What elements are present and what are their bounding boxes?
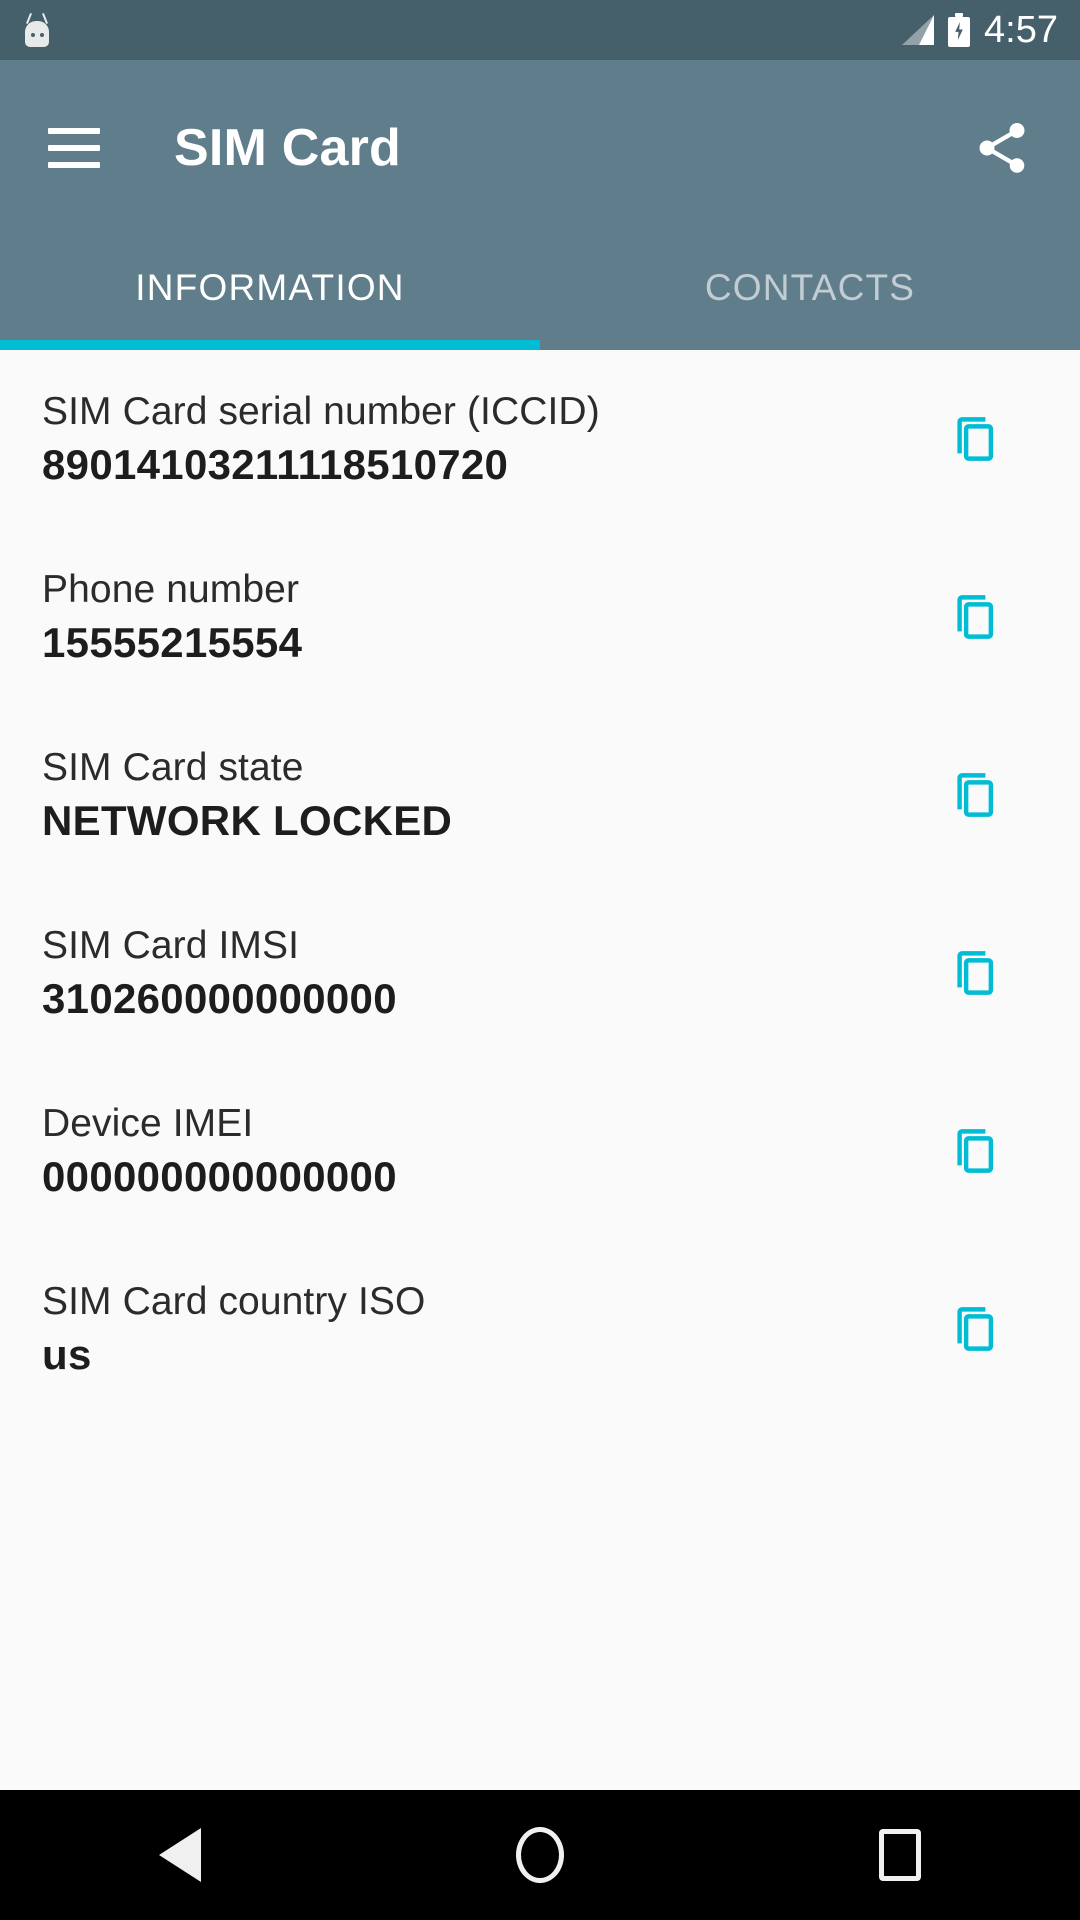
list-item-value: 15555215554 — [42, 619, 303, 667]
list-item-text: Device IMEI 000000000000000 — [42, 1100, 938, 1203]
battery-charging-icon — [948, 13, 971, 47]
android-mascot-icon — [22, 13, 52, 47]
tab-contacts[interactable]: CONTACTS — [540, 235, 1080, 340]
list-item-label: SIM Card IMSI — [42, 923, 300, 967]
back-triangle-icon — [159, 1828, 201, 1882]
share-icon[interactable] — [972, 118, 1032, 178]
status-bar-left — [22, 13, 900, 47]
copy-icon — [957, 773, 994, 817]
status-bar: 4:57 — [0, 0, 1080, 60]
recents-button[interactable] — [840, 1790, 960, 1920]
tab-information[interactable]: INFORMATION — [0, 235, 540, 340]
copy-button[interactable] — [938, 758, 1012, 832]
list-item-label: SIM Card serial number (ICCID) — [42, 389, 600, 433]
recents-square-icon — [879, 1829, 921, 1881]
information-list: SIM Card serial number (ICCID) 890141032… — [0, 350, 1080, 1790]
copy-icon — [957, 595, 994, 639]
list-item[interactable]: Phone number 15555215554 — [0, 528, 1080, 706]
list-item-value: NETWORK LOCKED — [42, 797, 453, 845]
copy-button[interactable] — [938, 402, 1012, 476]
tab-indicator — [0, 340, 540, 350]
list-item-text: SIM Card serial number (ICCID) 890141032… — [42, 388, 938, 491]
copy-button[interactable] — [938, 580, 1012, 654]
list-item-value: 310260000000000 — [42, 975, 397, 1023]
list-item[interactable]: SIM Card serial number (ICCID) 890141032… — [0, 350, 1080, 528]
copy-icon — [957, 951, 994, 995]
android-navigation-bar — [0, 1790, 1080, 1920]
list-item-label: SIM Card state — [42, 745, 304, 789]
copy-icon — [957, 1129, 994, 1173]
list-item[interactable]: Device IMEI 000000000000000 — [0, 1062, 1080, 1240]
copy-button[interactable] — [938, 936, 1012, 1010]
tab-bar: INFORMATION CONTACTS — [0, 235, 1080, 340]
home-circle-icon — [516, 1827, 564, 1883]
status-bar-clock: 4:57 — [984, 8, 1058, 51]
phone-screen: 4:57 SIM Card INFORMATION CONTACTS SIM C… — [0, 0, 1080, 1920]
list-item-text: SIM Card country ISO us — [42, 1278, 938, 1381]
list-item-label: Phone number — [42, 567, 300, 611]
status-bar-right: 4:57 — [900, 9, 1058, 52]
list-item-text: SIM Card state NETWORK LOCKED — [42, 744, 938, 847]
list-item-text: Phone number 15555215554 — [42, 566, 938, 669]
hamburger-menu-icon[interactable] — [48, 127, 100, 168]
list-item-text: SIM Card IMSI 310260000000000 — [42, 922, 938, 1025]
app-bar: SIM Card — [0, 60, 1080, 235]
list-item-value: 000000000000000 — [42, 1153, 397, 1201]
list-item-value: us — [42, 1331, 92, 1379]
signal-bars-icon — [900, 15, 935, 45]
copy-icon — [957, 1307, 994, 1351]
list-item[interactable]: SIM Card IMSI 310260000000000 — [0, 884, 1080, 1062]
list-item-label: SIM Card country ISO — [42, 1279, 426, 1323]
list-item[interactable]: SIM Card state NETWORK LOCKED — [0, 706, 1080, 884]
list-item-label: Device IMEI — [42, 1101, 254, 1145]
copy-icon — [957, 417, 994, 461]
copy-button[interactable] — [938, 1114, 1012, 1188]
home-button[interactable] — [480, 1790, 600, 1920]
copy-button[interactable] — [938, 1292, 1012, 1366]
list-item-value: 89014103211118510720 — [42, 441, 509, 489]
tab-indicator-track — [0, 340, 1080, 350]
list-item[interactable]: SIM Card country ISO us — [0, 1240, 1080, 1418]
page-title: SIM Card — [174, 118, 401, 177]
back-button[interactable] — [120, 1790, 240, 1920]
